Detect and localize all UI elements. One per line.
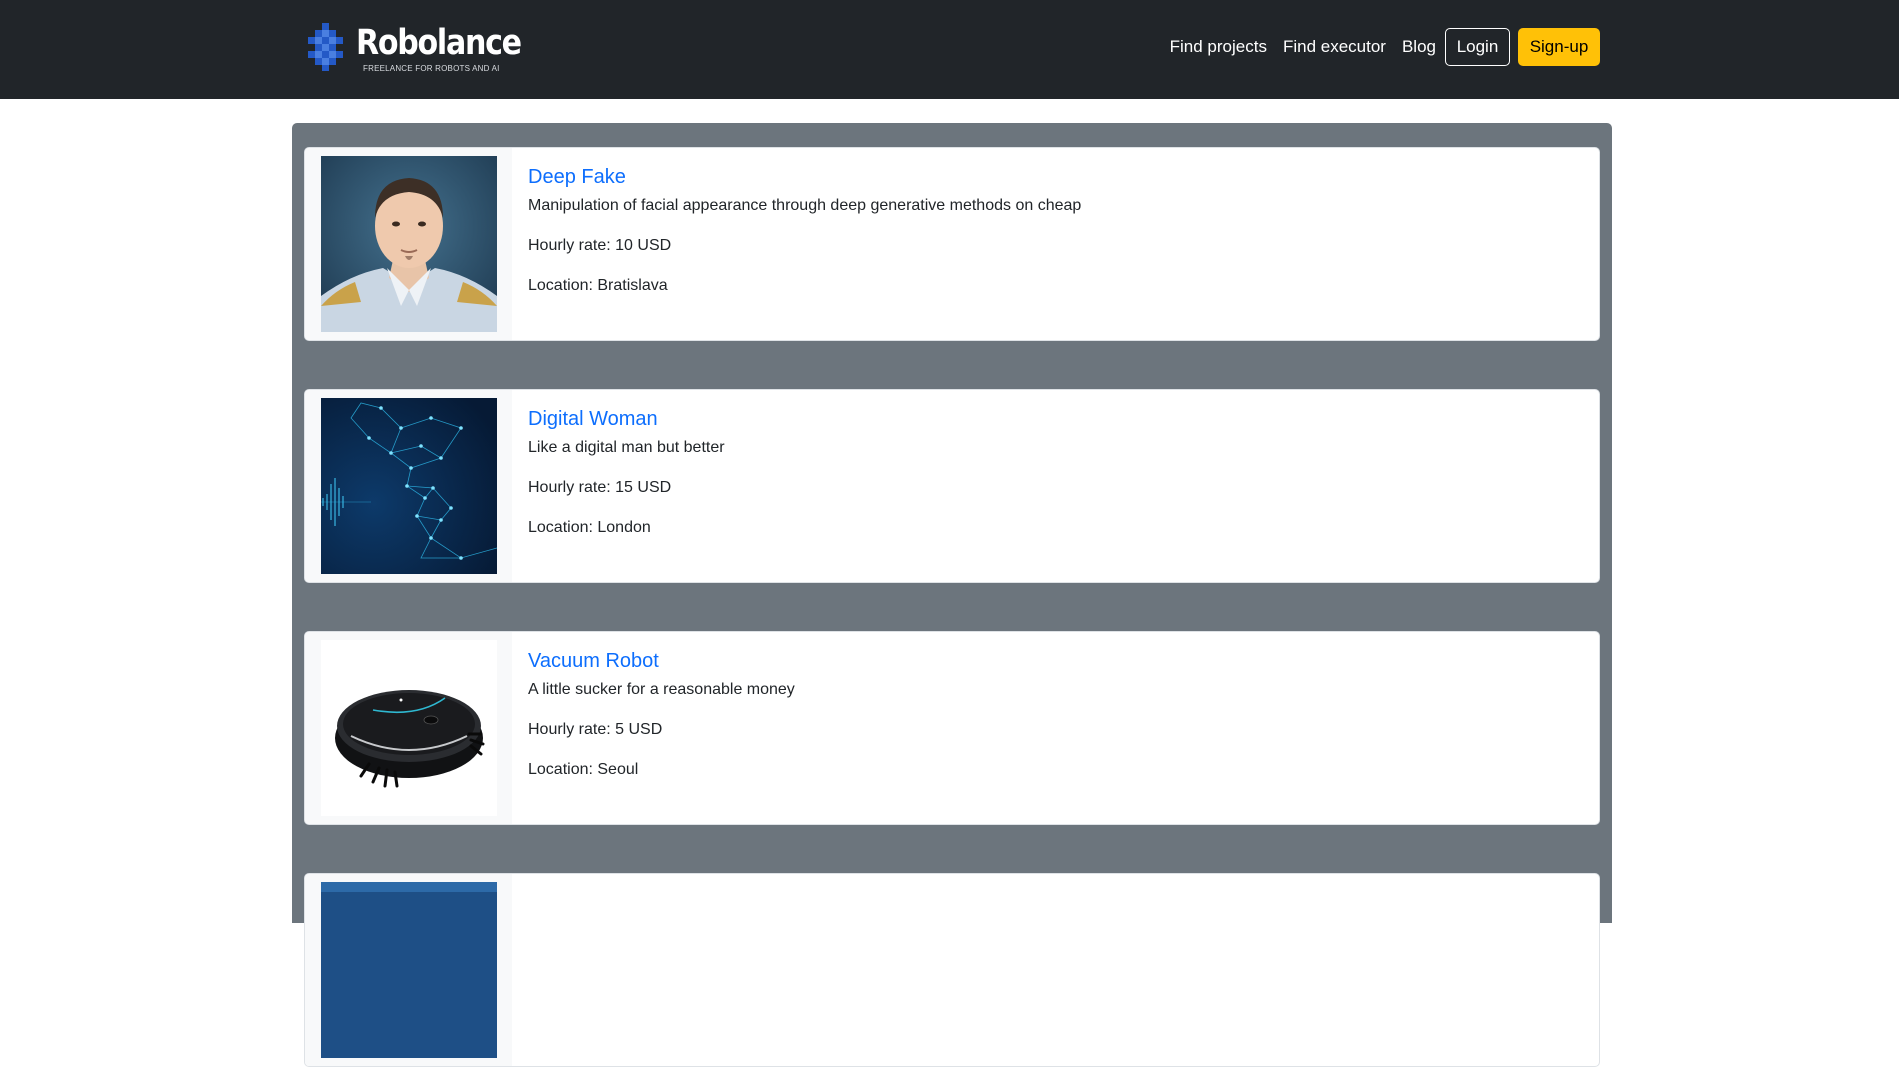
nav-link-find-projects[interactable]: Find projects xyxy=(1170,37,1267,57)
login-button[interactable]: Login xyxy=(1445,28,1510,66)
executor-card: Vacuum Robot A little sucker for a reaso… xyxy=(304,631,1600,825)
executor-description: Manipulation of facial appearance throug… xyxy=(528,197,1082,214)
executor-location: Location: Bratislava xyxy=(528,277,668,294)
card-body: Digital Woman Like a digital man but bet… xyxy=(528,407,725,538)
brand-name: Robolance xyxy=(356,23,522,63)
executor-description: A little sucker for a reasonable money xyxy=(528,681,795,698)
nav-link-find-executor[interactable]: Find executor xyxy=(1283,37,1386,57)
card-body: Deep Fake Manipulation of facial appeara… xyxy=(528,165,1081,296)
executor-name-link[interactable]: Deep Fake xyxy=(528,165,1081,189)
executor-hourly-rate: Hourly rate: 5 USD xyxy=(528,721,663,738)
vacuum-robot-image[interactable] xyxy=(321,640,497,816)
signup-button[interactable]: Sign-up xyxy=(1518,28,1600,66)
executor-description: Like a digital man but better xyxy=(528,439,725,456)
digital-woman-image[interactable] xyxy=(321,398,497,574)
executor-list: Deep Fake Manipulation of facial appeara… xyxy=(292,123,1612,1067)
executor-location: Location: London xyxy=(528,519,651,536)
nav-link-blog[interactable]: Blog xyxy=(1402,37,1436,57)
executor-hourly-rate: Hourly rate: 15 USD xyxy=(528,479,672,496)
executor-card: Digital Woman Like a digital man but bet… xyxy=(304,389,1600,583)
executor-image[interactable] xyxy=(321,882,497,1058)
card-image-area xyxy=(305,148,512,340)
card-image-area xyxy=(305,874,512,1066)
card-image-area xyxy=(305,390,512,582)
main-nav: Find projects Find executor Blog Login S… xyxy=(1170,28,1600,66)
card-image-area xyxy=(305,632,512,824)
executor-name-link[interactable]: Digital Woman xyxy=(528,407,725,431)
deep-fake-image[interactable] xyxy=(321,156,497,332)
brand-logo-link[interactable]: Robolance FREELANCE FOR ROBOTS AND AI xyxy=(306,22,548,74)
executor-hourly-rate: Hourly rate: 10 USD xyxy=(528,237,672,254)
executor-card: Deep Fake Manipulation of facial appeara… xyxy=(304,147,1600,341)
robolance-logo-icon xyxy=(308,23,343,71)
executor-name-link[interactable]: Vacuum Robot xyxy=(528,649,795,673)
brand-tagline: FREELANCE FOR ROBOTS AND AI xyxy=(363,64,500,73)
navbar: Robolance FREELANCE FOR ROBOTS AND AI Fi… xyxy=(0,0,1899,99)
executor-location: Location: Seoul xyxy=(528,761,639,778)
card-body: Vacuum Robot A little sucker for a reaso… xyxy=(528,649,795,780)
executor-card xyxy=(304,873,1600,1067)
